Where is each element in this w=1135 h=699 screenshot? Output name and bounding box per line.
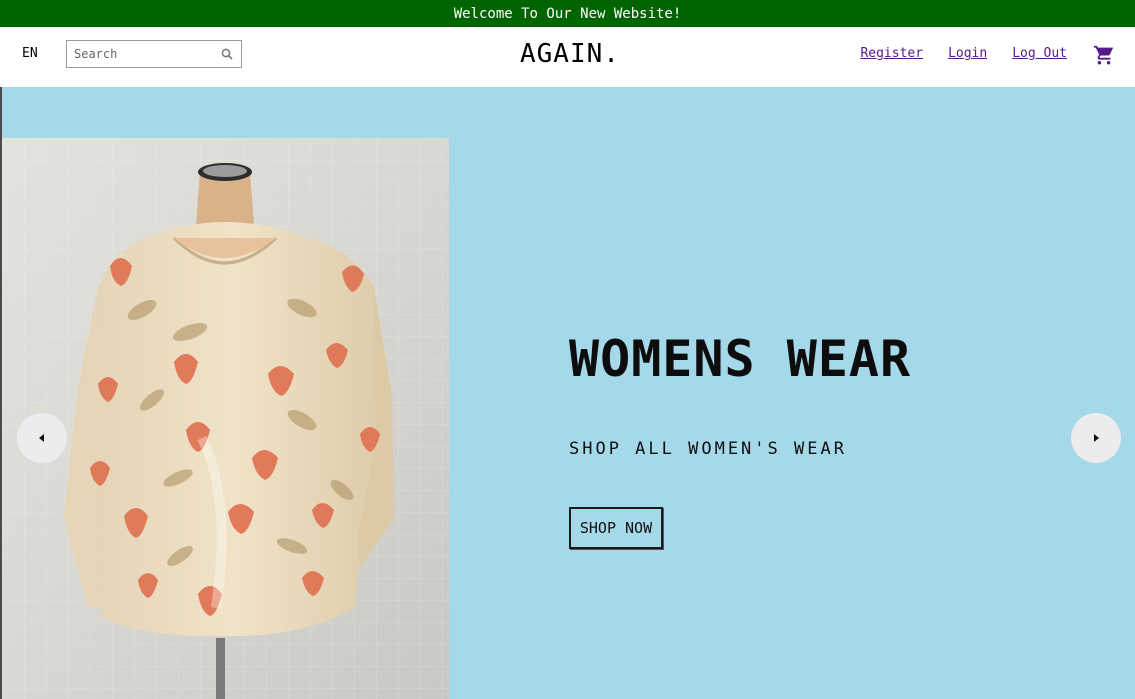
caret-left-icon: [39, 434, 44, 442]
shop-now-button[interactable]: SHOP NOW: [569, 507, 663, 549]
logout-link[interactable]: Log Out: [1012, 46, 1067, 61]
carousel-next-button[interactable]: [1071, 413, 1121, 463]
search-box: [66, 40, 242, 68]
login-link[interactable]: Login: [948, 46, 987, 61]
shopping-cart-icon[interactable]: [1093, 44, 1115, 66]
hero-subtitle: SHOP ALL WOMEN'S WEAR: [569, 439, 847, 459]
site-logo[interactable]: AGAIN.: [520, 39, 620, 69]
hero-carousel: WOMENS WEAR SHOP ALL WOMEN'S WEAR SHOP N…: [2, 87, 1135, 699]
product-photo: [2, 138, 449, 699]
announcement-text: Welcome To Our New Website!: [453, 5, 682, 22]
caret-right-icon: [1094, 434, 1099, 442]
account-nav: Register Login Log Out: [860, 46, 1067, 61]
search-icon[interactable]: [221, 48, 233, 60]
register-link[interactable]: Register: [860, 46, 923, 61]
announcement-bar: Welcome To Our New Website!: [0, 0, 1135, 27]
header: EN AGAIN. Register Login Log Out: [0, 27, 1135, 87]
language-selector[interactable]: EN: [22, 46, 38, 61]
search-input[interactable]: [67, 41, 217, 67]
hero-title: WOMENS WEAR: [569, 330, 912, 388]
carousel-prev-button[interactable]: [17, 413, 67, 463]
